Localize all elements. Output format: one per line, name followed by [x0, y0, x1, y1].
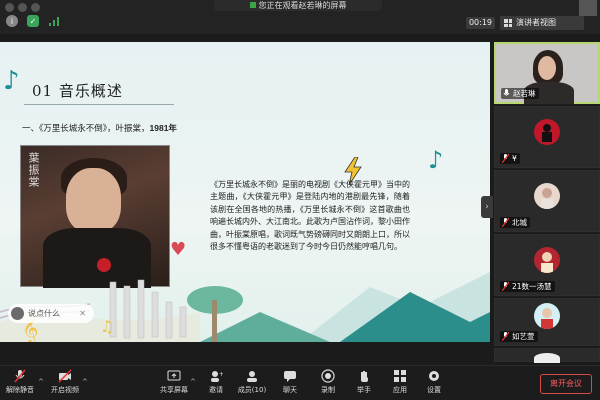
participant-name: 21数一汤慧: [512, 282, 552, 291]
participant-name-tag: ¥: [500, 153, 520, 164]
share-options-caret[interactable]: ^: [190, 378, 196, 386]
participant-name: 北城: [512, 218, 527, 227]
participant-tile-video[interactable]: 赵若琳: [494, 42, 600, 104]
meeting-app: i ✓ 您正在观看赵若琳的屏幕 00:19 演讲者视图 ♪ 01 音乐概述 一、…: [0, 0, 600, 400]
share-screen-label: 共享屏幕: [160, 386, 188, 394]
participant-avatar: [534, 119, 560, 145]
participant-name: 赵若琳: [513, 89, 536, 98]
mic-muted-icon: [502, 218, 509, 227]
audio-options-caret[interactable]: ^: [38, 378, 44, 386]
mic-muted-icon: [502, 282, 509, 291]
speaker-view-button[interactable]: 演讲者视图: [500, 16, 584, 30]
invite-button[interactable]: + 邀请: [196, 369, 236, 395]
record-label: 录制: [321, 386, 335, 394]
record-icon: [321, 369, 335, 383]
raise-hand-label: 举手: [357, 386, 371, 394]
video-off-icon: [58, 369, 72, 383]
annotation-avatar: [11, 307, 24, 320]
collapse-panel-handle[interactable]: ›: [481, 196, 493, 218]
chat-button[interactable]: 聊天: [270, 369, 310, 395]
participant-tile[interactable]: 如艺萱: [494, 298, 600, 346]
annotation-placeholder: 说点什么: [28, 309, 60, 318]
participant-face: [538, 56, 556, 80]
participants-icon: [247, 371, 257, 382]
top-left-icons: i ✓: [6, 15, 60, 27]
meeting-toolbar: 解除静音 ^ 开启视频 ^ 共享屏幕 ^ + 邀请 成员(10) 聊天 录制 举…: [0, 365, 600, 400]
slide-subtitle: 一、《万里长城永不倒》，叶振棠，1981年: [22, 122, 177, 134]
decorative-landscape: 𝄞 ♫: [0, 272, 490, 342]
chat-icon: [284, 371, 296, 382]
start-video-button[interactable]: 开启视频: [45, 369, 85, 395]
participants-label: 成员(10): [237, 386, 267, 394]
participant-name: ¥: [512, 154, 517, 163]
apps-label: 应用: [393, 386, 407, 394]
hand-icon: [361, 371, 368, 382]
participant-tile-partial[interactable]: [494, 348, 600, 363]
participant-name: 如艺萱: [512, 332, 535, 341]
slide-body-text: 《万里长城永不倒》是丽的电视剧《大侠霍元甲》当中的主题曲，《大侠霍元甲》是登陆内…: [210, 180, 410, 252]
subtitle-year: 1981年: [149, 123, 177, 133]
signal-icon[interactable]: [48, 15, 60, 27]
record-button[interactable]: 录制: [308, 369, 348, 395]
mic-muted-icon: [502, 154, 509, 163]
maximize-window-button[interactable]: [31, 3, 40, 12]
music-note-icon: ♪: [3, 66, 20, 96]
mic-muted-icon: [14, 369, 26, 383]
chat-label: 聊天: [283, 386, 297, 394]
gear-icon: [429, 371, 439, 381]
music-note-icon-right: ♪: [428, 146, 444, 174]
participant-name-tag: 北城: [500, 217, 530, 228]
participant-name-tag: 赵若琳: [501, 88, 539, 99]
top-bar: i ✓ 您正在观看赵若琳的屏幕 00:19 演讲者视图: [0, 0, 600, 34]
screen-share-banner[interactable]: 您正在观看赵若琳的屏幕: [214, 0, 382, 11]
start-video-label: 开启视频: [51, 386, 79, 394]
participant-avatar: [534, 303, 560, 329]
invite-label: 邀请: [209, 386, 223, 394]
apps-icon: [394, 370, 406, 382]
minimize-window-button[interactable]: [18, 3, 27, 12]
album-artist-name: 葉振棠: [27, 152, 40, 188]
close-icon[interactable]: ✕: [79, 304, 86, 323]
self-avatar-thumbnail[interactable]: [579, 0, 597, 16]
shield-icon[interactable]: ✓: [27, 15, 39, 27]
subtitle-prefix: 一、《万里长城永不倒》，叶振棠，: [22, 124, 150, 134]
participant-tile[interactable]: 北城: [494, 170, 600, 232]
share-screen-icon: [167, 370, 181, 381]
annotation-input[interactable]: 说点什么 ✕: [8, 304, 94, 323]
participant-tile[interactable]: ¥: [494, 106, 600, 168]
participants-button[interactable]: 成员(10): [232, 369, 272, 395]
svg-text:+: +: [219, 371, 223, 378]
title-divider: [24, 104, 174, 105]
share-screen-button[interactable]: 共享屏幕: [154, 369, 194, 395]
meeting-timer: 00:19: [466, 17, 495, 29]
info-icon[interactable]: i: [6, 15, 18, 27]
settings-button[interactable]: 设置: [414, 369, 454, 395]
participant-panel: 赵若琳 ¥ 北城 21数一汤慧 如艺萱: [494, 42, 600, 363]
participant-avatar: [534, 183, 560, 209]
mic-icon: [503, 89, 510, 96]
settings-label: 设置: [427, 386, 441, 394]
mic-muted-icon: [502, 332, 509, 341]
speaker-view-label: 演讲者视图: [516, 18, 556, 27]
slide-title: 01 音乐概述: [32, 82, 123, 100]
invite-icon: +: [211, 371, 223, 382]
participant-avatar: [534, 353, 560, 363]
grid-icon: [504, 19, 512, 27]
participant-avatar: [534, 247, 560, 273]
unmute-label: 解除静音: [6, 386, 34, 394]
share-banner-text: 您正在观看赵若琳的屏幕: [258, 1, 347, 10]
leave-meeting-button[interactable]: 离开会议: [540, 374, 592, 394]
shared-screen-slide: ♪ 01 音乐概述 一、《万里长城永不倒》，叶振棠，1981年 葉振棠 ♥ ♪ …: [0, 42, 490, 342]
participant-name-tag: 如艺萱: [500, 331, 538, 342]
svg-text:♫: ♫: [100, 317, 114, 336]
raise-hand-button[interactable]: 举手: [344, 369, 384, 395]
album-face: [66, 168, 121, 233]
participant-tile[interactable]: 21数一汤慧: [494, 234, 600, 296]
window-controls: [5, 3, 40, 12]
participant-name-tag: 21数一汤慧: [500, 281, 555, 292]
close-window-button[interactable]: [5, 3, 14, 12]
unmute-button[interactable]: 解除静音: [0, 369, 40, 395]
sharing-indicator-icon: [249, 2, 256, 8]
video-options-caret[interactable]: ^: [82, 378, 88, 386]
